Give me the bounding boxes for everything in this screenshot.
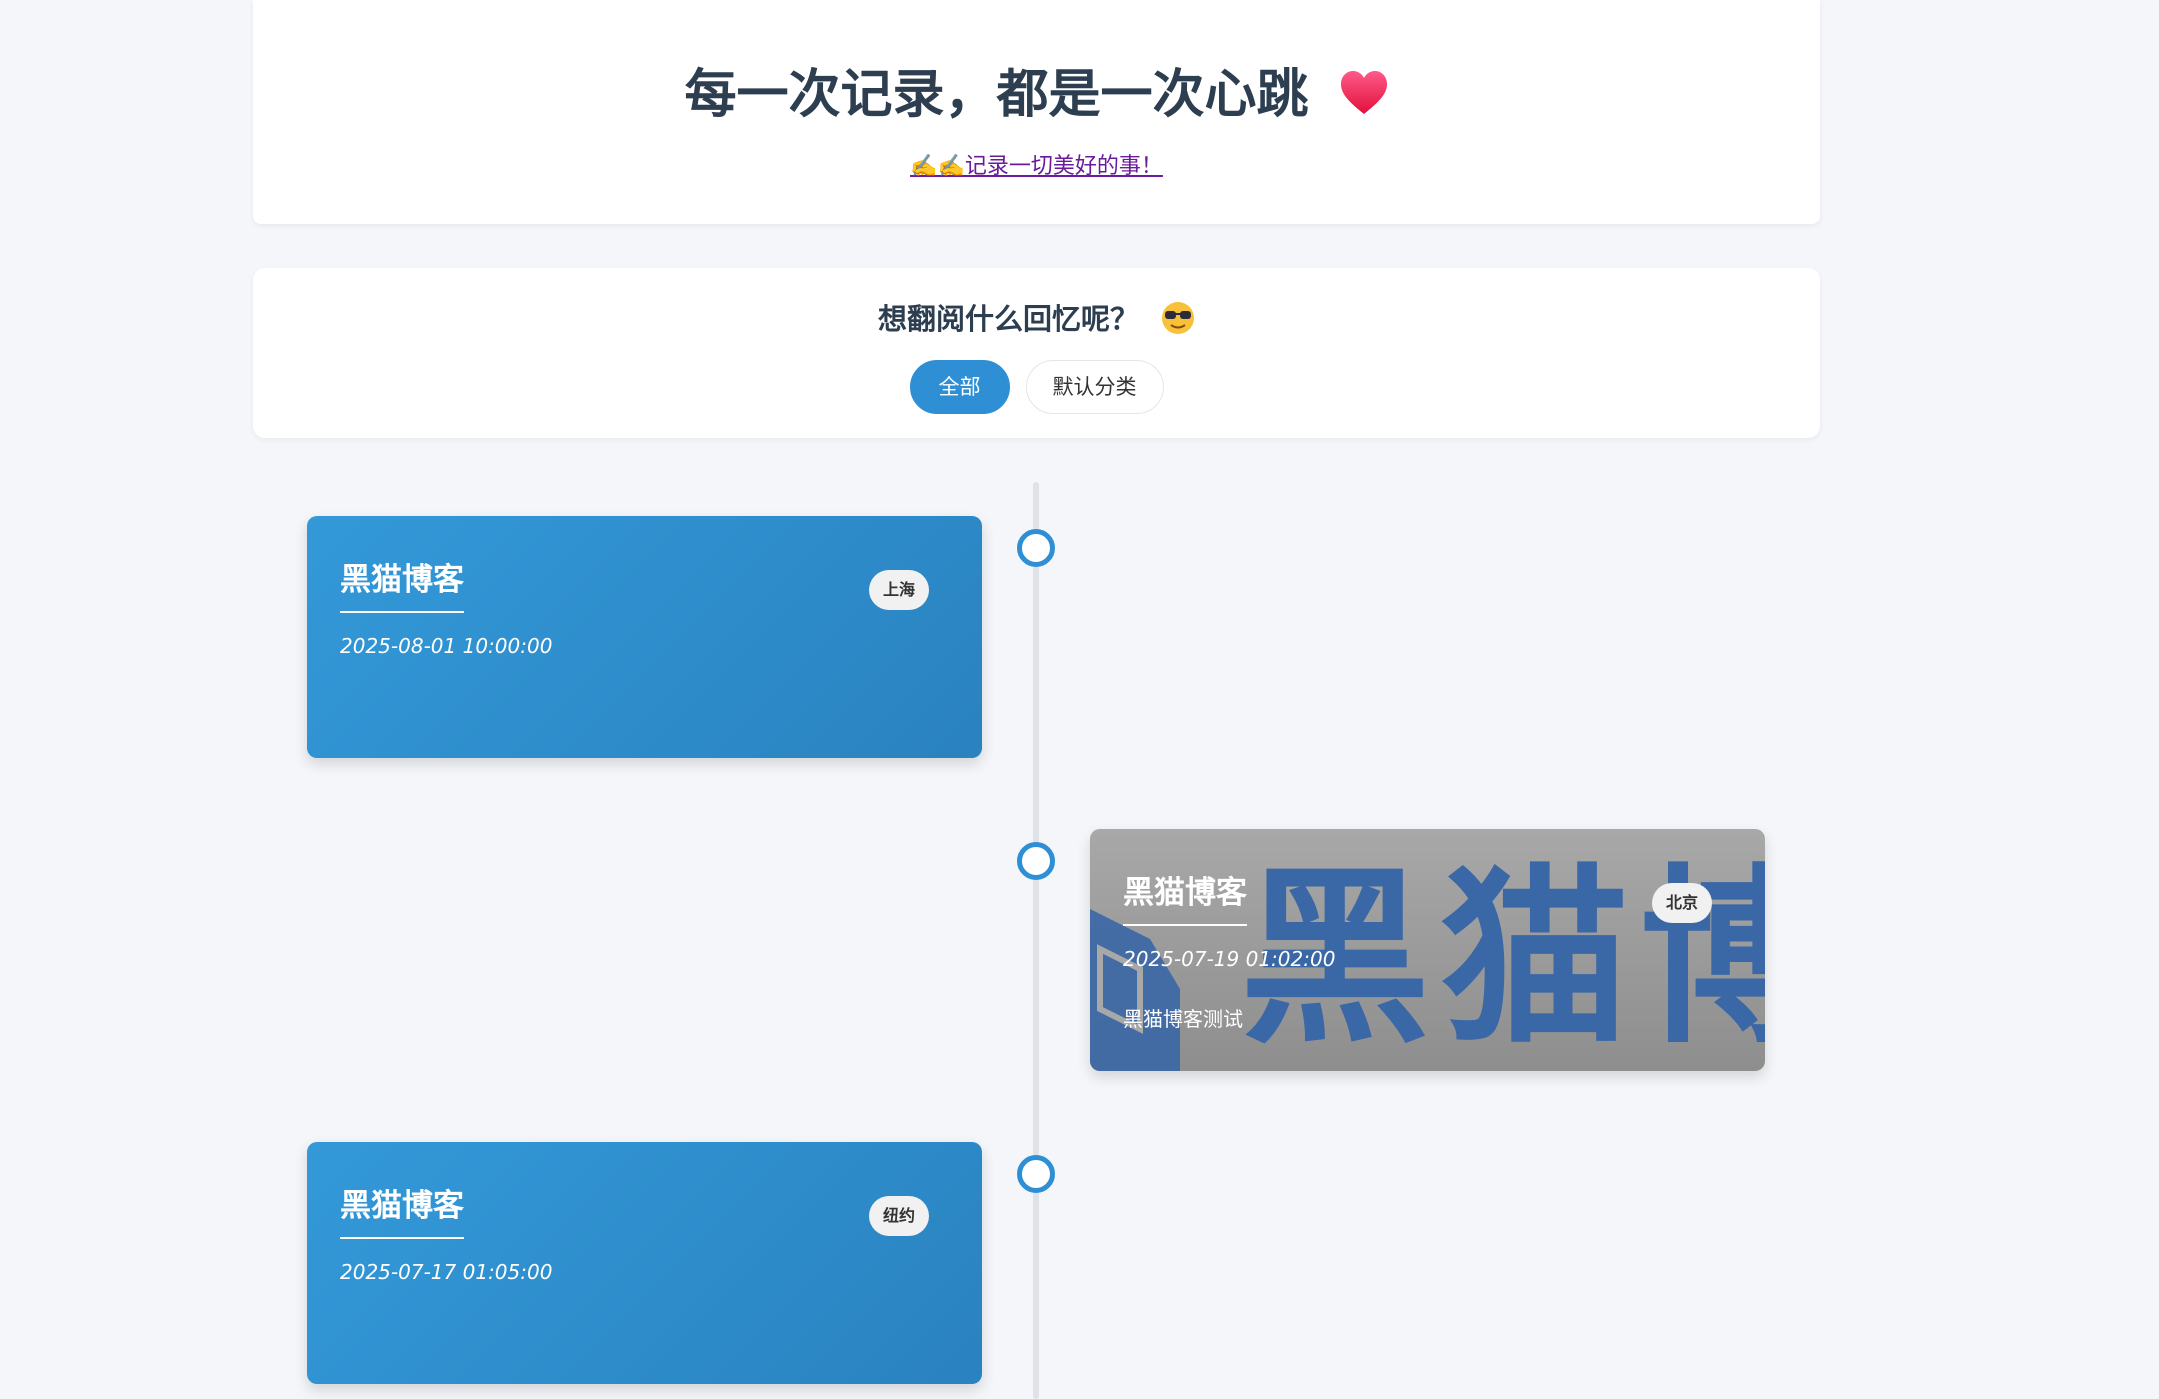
entry-date: 2025-07-17 01:05:00 [340,1260,553,1284]
location-badge: 上海 [868,570,929,610]
filter-buttons: 全部 默认分类 [253,360,1820,414]
location-badge: 北京 [1651,883,1712,923]
entry-title: 黑猫博客 [340,1180,464,1239]
filter-title: 想翻阅什么回忆呢？ [253,296,1820,338]
timeline-dot [1017,1155,1055,1193]
page-title: 每一次记录，都是一次心跳 [253,52,1820,127]
timeline-dot [1017,529,1055,567]
filter-title-text: 想翻阅什么回忆呢？ [877,302,1139,336]
record-link[interactable]: ✍️✍️记录一切美好的事！ [910,154,1163,179]
timeline-line [1033,482,1039,1399]
sunglasses-icon [1162,302,1195,334]
entry-description: 黑猫博客测试 [1123,1007,1243,1031]
timeline-entry-card[interactable]: 黑猫博客 纽约 2025-07-17 01:05:00 [307,1142,982,1384]
filter-button-all[interactable]: 全部 [909,360,1010,414]
entry-date: 2025-07-19 01:02:00 [1123,947,1336,971]
entry-title: 黑猫博客 [1123,867,1247,926]
filter-button-default-category[interactable]: 默认分类 [1025,360,1164,414]
entry-date: 2025-08-01 10:00:00 [340,634,553,658]
category-filter-card: 想翻阅什么回忆呢？ 全部 默认分类 [253,268,1820,438]
entry-title: 黑猫博客 [340,554,464,613]
page-title-text: 每一次记录，都是一次心跳 [684,65,1309,125]
timeline-entry-card[interactable]: 黑猫博客 上海 2025-08-01 10:00:00 [307,516,982,758]
timeline-dot [1017,842,1055,880]
location-badge: 纽约 [868,1196,929,1236]
timeline-entry-card[interactable]: 黑猫博客 黑猫博客 北京 2025-07-19 01:02:00 黑猫博客测试 [1090,829,1765,1071]
heart-icon [1340,71,1387,114]
header-card: 每一次记录，都是一次心跳 ✍️✍️记录一切美好的事！ [253,0,1820,224]
